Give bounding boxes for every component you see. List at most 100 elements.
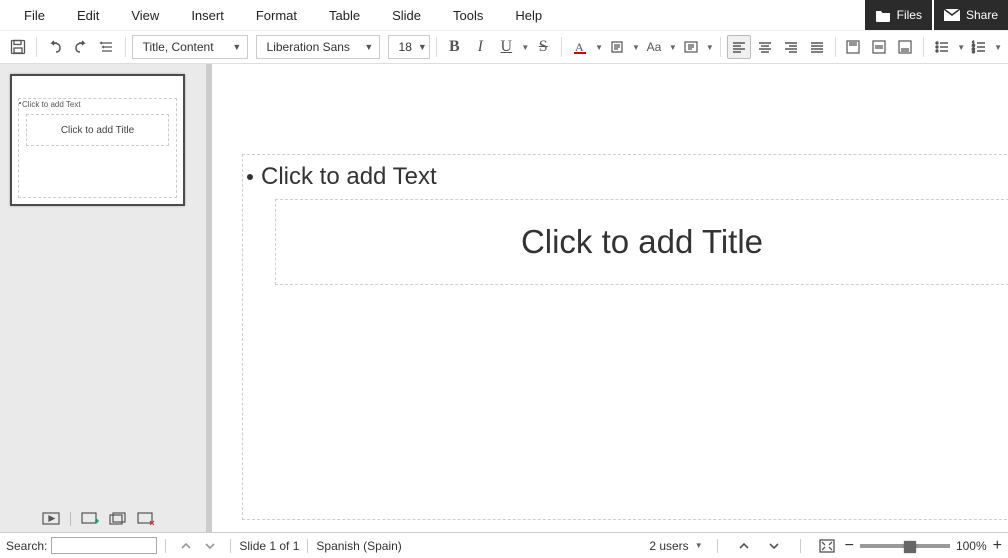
duplicate-slide-button[interactable] xyxy=(109,512,127,526)
fit-icon xyxy=(819,539,835,553)
bullets-dropdown[interactable]: ▼ xyxy=(957,43,965,52)
align-left-icon xyxy=(731,39,747,55)
start-presentation-button[interactable] xyxy=(42,512,60,526)
panel-view-tools xyxy=(10,506,196,528)
separator xyxy=(800,539,801,553)
folder-icon xyxy=(875,9,891,22)
italic-button[interactable]: I xyxy=(468,35,492,59)
bullets-icon xyxy=(934,39,950,55)
files-label: Files xyxy=(897,8,922,22)
delete-slide-icon xyxy=(137,512,155,526)
undo-button[interactable] xyxy=(43,35,67,59)
content-placeholder[interactable]: Click to add Text Click to add Title xyxy=(242,154,1008,520)
valign-bottom-button[interactable] xyxy=(893,35,917,59)
valign-middle-button[interactable] xyxy=(867,35,891,59)
language-indicator[interactable]: Spanish (Spain) xyxy=(316,539,401,553)
numbering-button[interactable]: 123 xyxy=(967,35,991,59)
slide-canvas[interactable]: Click to add Text Click to add Title xyxy=(212,64,1008,532)
fit-slide-button[interactable] xyxy=(815,534,839,558)
svg-text:A: A xyxy=(575,40,584,54)
font-combo-value: Liberation Sans xyxy=(267,40,350,54)
align-right-button[interactable] xyxy=(779,35,803,59)
save-icon xyxy=(10,39,26,55)
zoom-out-button[interactable]: − xyxy=(845,537,854,555)
align-left-button[interactable] xyxy=(727,35,751,59)
numbering-icon: 123 xyxy=(971,39,987,55)
spacing-button[interactable] xyxy=(679,35,703,59)
menu-edit[interactable]: Edit xyxy=(61,2,115,29)
next-slide-button[interactable] xyxy=(762,534,786,558)
font-color-button[interactable]: A xyxy=(568,35,592,59)
delete-slide-button[interactable] xyxy=(137,512,155,526)
slide-count: Slide 1 of 1 xyxy=(239,539,299,553)
font-combo[interactable]: Liberation Sans ▼ xyxy=(256,35,381,59)
menu-view[interactable]: View xyxy=(115,2,175,29)
bullets-button[interactable] xyxy=(930,35,954,59)
zoom-slider-thumb[interactable] xyxy=(904,541,916,553)
bullet-icon xyxy=(247,174,253,180)
toolbar: Title, Content ▼ Liberation Sans ▼ 18 ▼ … xyxy=(0,30,1008,64)
users-indicator[interactable]: 2 users xyxy=(649,539,688,553)
save-button[interactable] xyxy=(6,35,30,59)
separator xyxy=(561,37,562,57)
menu-slide[interactable]: Slide xyxy=(376,2,437,29)
search-prev-button[interactable] xyxy=(174,534,198,558)
font-color-dropdown[interactable]: ▼ xyxy=(595,43,603,52)
valign-bottom-icon xyxy=(897,39,913,55)
chevron-down-icon: ▼ xyxy=(364,42,373,52)
thumb-content-frame xyxy=(18,98,177,198)
align-right-icon xyxy=(783,39,799,55)
thumb-bullet-icon xyxy=(19,102,21,104)
separator xyxy=(307,539,308,553)
zoom-in-button[interactable]: + xyxy=(993,537,1002,555)
separator xyxy=(165,539,166,553)
menu-tools[interactable]: Tools xyxy=(437,2,499,29)
outline-icon xyxy=(99,39,115,55)
align-center-button[interactable] xyxy=(753,35,777,59)
search-next-button[interactable] xyxy=(198,534,222,558)
valign-top-button[interactable] xyxy=(841,35,865,59)
spacing-dropdown[interactable]: ▼ xyxy=(706,43,714,52)
search-label: Search: xyxy=(6,539,47,553)
separator xyxy=(923,37,924,57)
underline-button[interactable]: U xyxy=(494,35,518,59)
thumb-text-placeholder: Click to add Text xyxy=(22,100,81,109)
share-button[interactable]: Share xyxy=(934,0,1008,30)
menu-table[interactable]: Table xyxy=(313,2,376,29)
title-placeholder[interactable]: Click to add Title xyxy=(275,199,1008,285)
search-input[interactable] xyxy=(51,537,157,554)
slide-thumbnail-1[interactable]: Click to add Text Click to add Title xyxy=(10,74,185,206)
menu-help[interactable]: Help xyxy=(499,2,558,29)
outline-button[interactable] xyxy=(95,35,119,59)
font-size-combo[interactable]: 18 ▼ xyxy=(388,35,430,59)
redo-button[interactable] xyxy=(69,35,93,59)
menu-format[interactable]: Format xyxy=(240,2,313,29)
zoom-slider[interactable] xyxy=(860,544,950,548)
menu-file[interactable]: File xyxy=(8,2,61,29)
menu-insert[interactable]: Insert xyxy=(175,2,240,29)
highlight-dropdown[interactable]: ▼ xyxy=(632,43,640,52)
layout-combo[interactable]: Title, Content ▼ xyxy=(132,35,249,59)
layout-combo-value: Title, Content xyxy=(143,40,214,54)
mail-icon xyxy=(944,9,960,21)
character-button[interactable]: Aa xyxy=(642,35,666,59)
redo-icon xyxy=(73,39,89,55)
chevron-down-icon[interactable]: ▼ xyxy=(695,541,703,550)
strikethrough-button[interactable]: S xyxy=(531,35,555,59)
chevron-down-icon: ▼ xyxy=(418,42,427,52)
undo-icon xyxy=(47,39,63,55)
character-dropdown[interactable]: ▼ xyxy=(669,43,677,52)
spacing-icon xyxy=(683,39,699,55)
align-justify-icon xyxy=(809,39,825,55)
zoom-value[interactable]: 100% xyxy=(956,539,987,553)
prev-slide-button[interactable] xyxy=(732,534,756,558)
highlight-button[interactable] xyxy=(605,35,629,59)
align-justify-button[interactable] xyxy=(805,35,829,59)
bold-button[interactable]: B xyxy=(442,35,466,59)
files-button[interactable]: Files xyxy=(865,0,932,30)
underline-dropdown[interactable]: ▼ xyxy=(521,43,529,52)
chevron-down-icon xyxy=(204,540,216,552)
new-slide-button[interactable] xyxy=(81,512,99,526)
top-right-buttons: Files Share xyxy=(865,0,1008,30)
numbering-dropdown[interactable]: ▼ xyxy=(994,43,1002,52)
